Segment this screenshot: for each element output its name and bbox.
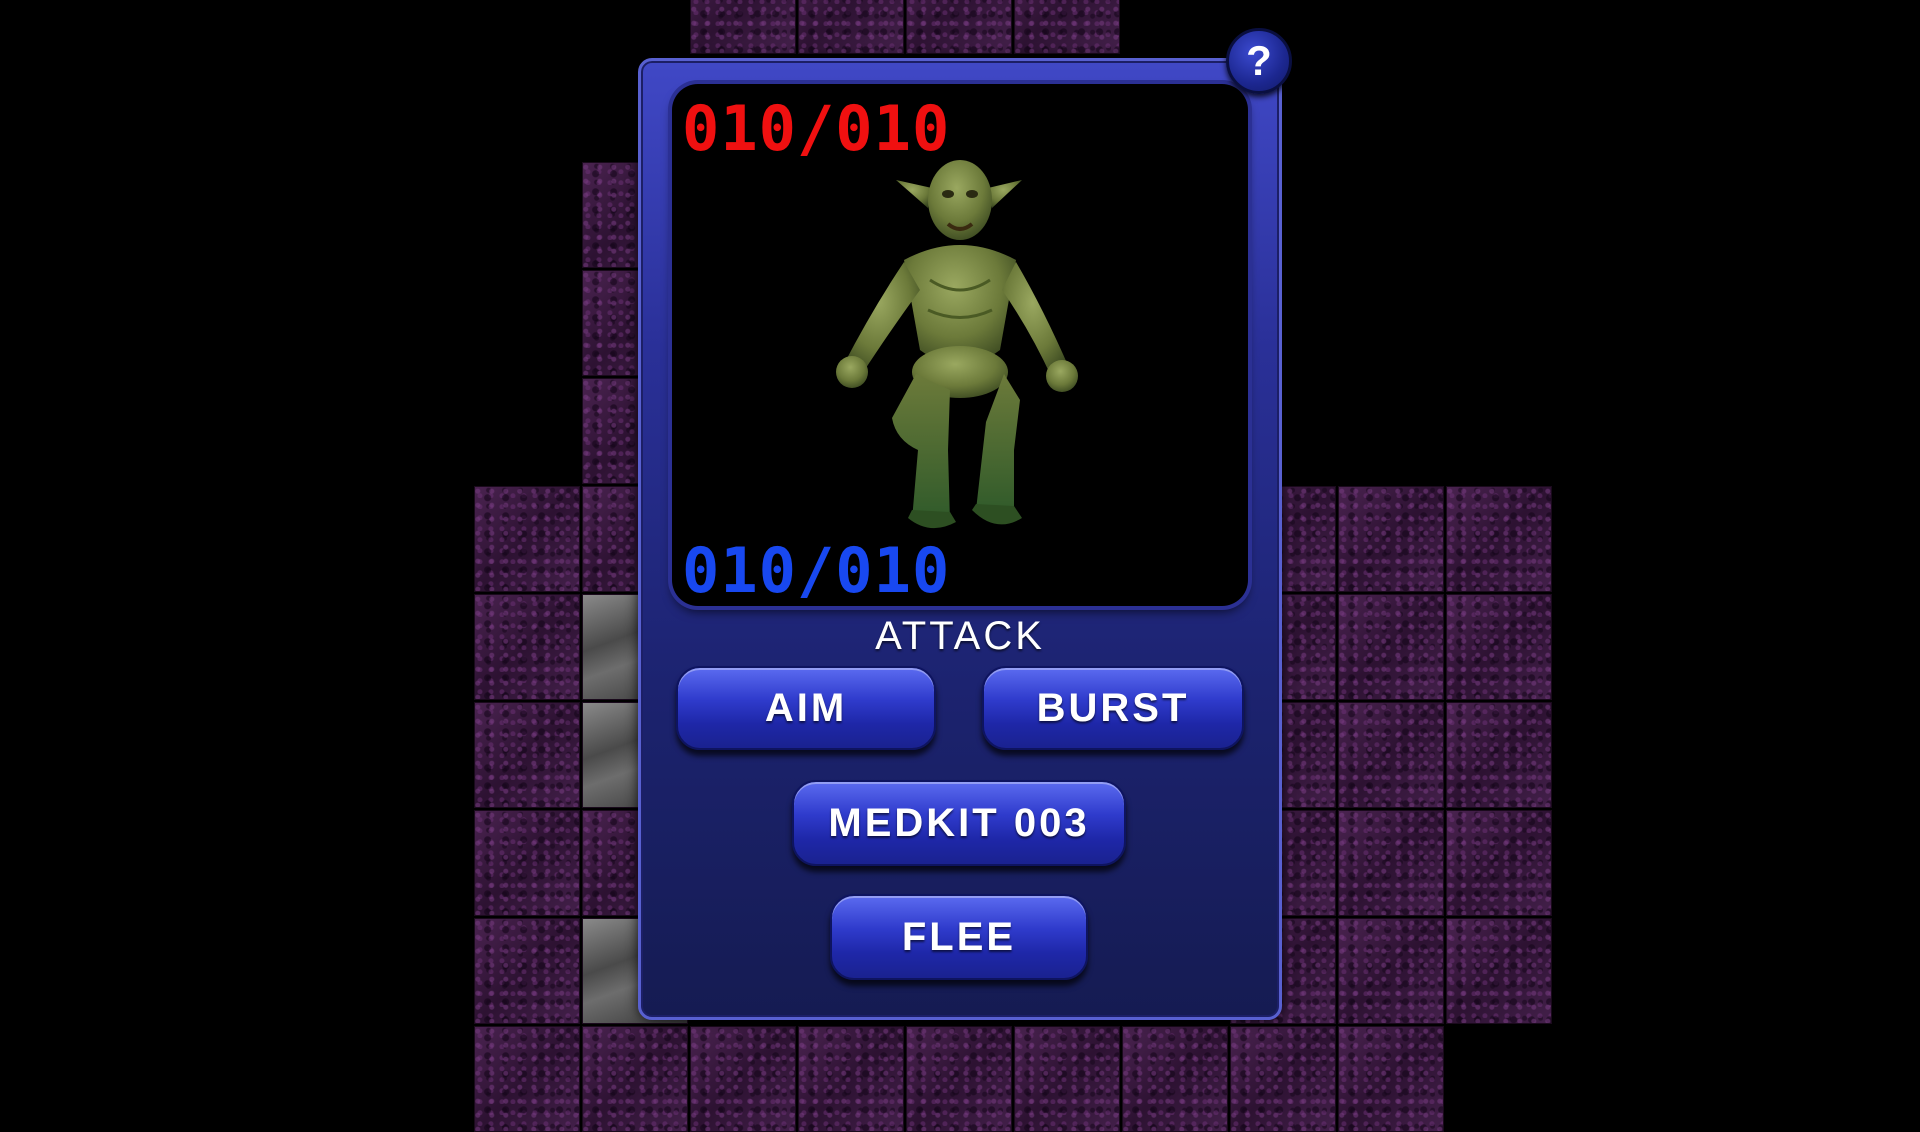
goblin-enemy bbox=[836, 160, 1078, 529]
floor-tile bbox=[798, 0, 904, 54]
player-health: 010/010 bbox=[682, 534, 951, 607]
floor-tile bbox=[474, 486, 580, 592]
medkit-button[interactable]: MEDKIT 003 bbox=[792, 780, 1126, 866]
attack-heading: ATTACK bbox=[875, 614, 1045, 658]
floor-tile bbox=[1446, 702, 1552, 808]
floor-tile bbox=[474, 918, 580, 1024]
floor-tile bbox=[1230, 1026, 1336, 1132]
floor-tile bbox=[1446, 810, 1552, 916]
floor-tile bbox=[906, 1026, 1012, 1132]
floor-tile bbox=[474, 1026, 580, 1132]
floor-tile bbox=[1338, 486, 1444, 592]
floor-tile bbox=[1338, 1026, 1444, 1132]
floor-tile bbox=[1446, 918, 1552, 1024]
floor-tile bbox=[474, 702, 580, 808]
floor-tile bbox=[1338, 702, 1444, 808]
burst-button[interactable]: BURST bbox=[982, 666, 1244, 750]
floor-tile bbox=[582, 1026, 688, 1132]
help-button[interactable]: ? bbox=[1226, 28, 1292, 94]
floor-tile bbox=[474, 594, 580, 700]
floor-tile bbox=[1122, 1026, 1228, 1132]
floor-tile bbox=[1338, 810, 1444, 916]
flee-button[interactable]: FLEE bbox=[830, 894, 1088, 980]
aim-button[interactable]: AIM bbox=[676, 666, 936, 750]
floor-tile bbox=[690, 0, 796, 54]
floor-tile bbox=[474, 810, 580, 916]
floor-tile bbox=[1014, 1026, 1120, 1132]
floor-tile bbox=[1338, 918, 1444, 1024]
floor-tile bbox=[906, 0, 1012, 54]
floor-tile bbox=[1338, 594, 1444, 700]
floor-tile bbox=[798, 1026, 904, 1132]
floor-tile bbox=[1446, 486, 1552, 592]
floor-tile bbox=[690, 1026, 796, 1132]
floor-tile bbox=[1446, 594, 1552, 700]
floor-tile bbox=[1014, 0, 1120, 54]
